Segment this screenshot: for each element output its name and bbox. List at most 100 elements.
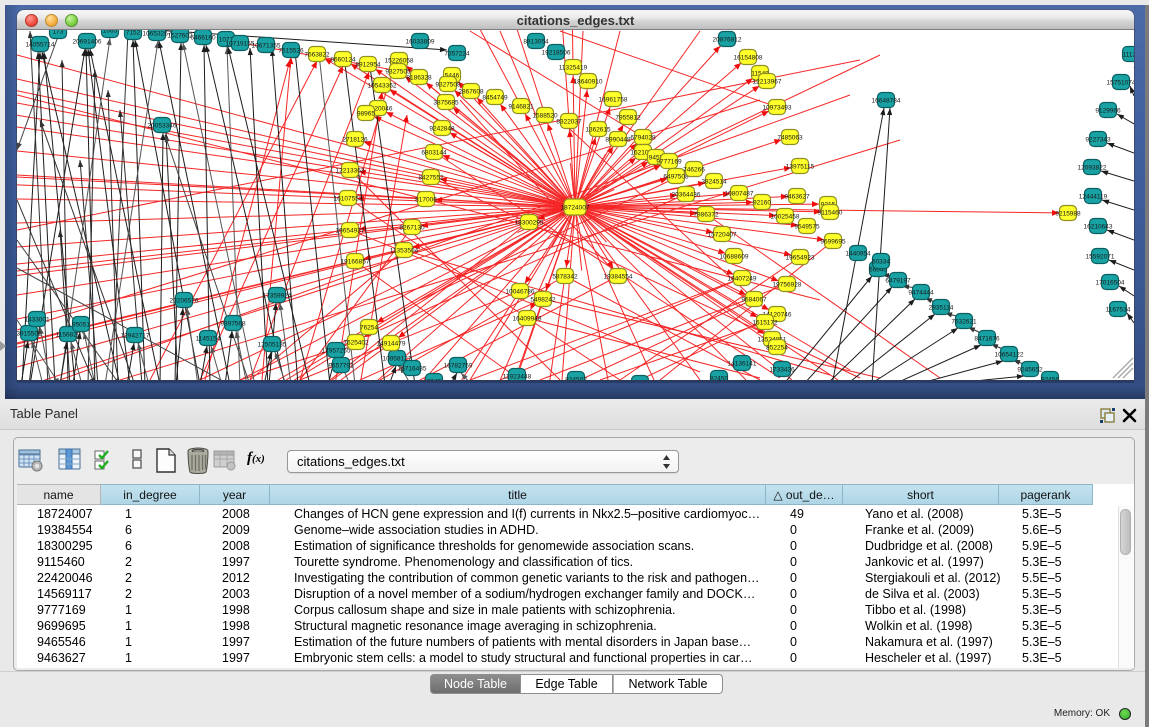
svg-text:8267130: 8267130 <box>399 225 425 232</box>
svg-text:1433001: 1433001 <box>24 317 50 324</box>
svg-text:18407249: 18407249 <box>728 276 757 283</box>
svg-text:98965: 98965 <box>357 111 375 118</box>
svg-text:7955812: 7955812 <box>615 115 641 122</box>
svg-text:9227343: 9227343 <box>1085 137 1111 144</box>
svg-text:1145154: 1145154 <box>196 336 221 343</box>
svg-text:76254: 76254 <box>360 325 378 332</box>
svg-text:10973493: 10973493 <box>763 105 792 112</box>
svg-text:10671355: 10671355 <box>252 43 281 50</box>
svg-text:15720407: 15720407 <box>708 232 737 239</box>
svg-text:9129966: 9129966 <box>1095 108 1121 115</box>
svg-text:6794028: 6794028 <box>630 135 656 142</box>
svg-text:6803144: 6803144 <box>421 150 447 157</box>
svg-text:852254: 852254 <box>766 345 788 352</box>
svg-text:16210643: 16210643 <box>1084 224 1113 231</box>
svg-text:12444119: 12444119 <box>1079 194 1108 201</box>
svg-text:15592071: 15592071 <box>1086 254 1115 261</box>
svg-text:18300295: 18300295 <box>515 220 544 227</box>
svg-text:824502: 824502 <box>565 377 587 381</box>
svg-text:1167534: 1167534 <box>1106 307 1131 314</box>
svg-text:2718126: 2718126 <box>342 137 368 144</box>
svg-text:7663822: 7663822 <box>304 52 330 59</box>
svg-text:20876812: 20876812 <box>713 37 742 44</box>
svg-text:13975115: 13975115 <box>786 164 815 171</box>
svg-text:10654122: 10654122 <box>995 352 1024 359</box>
svg-text:1615172: 1615172 <box>752 320 778 327</box>
svg-text:92456: 92456 <box>1041 377 1059 381</box>
svg-text:20691406: 20691406 <box>73 39 102 46</box>
svg-text:8660124: 8660124 <box>330 57 356 64</box>
svg-text:12213363: 12213363 <box>336 168 365 175</box>
svg-text:17359924: 17359924 <box>263 293 292 300</box>
svg-text:10025458: 10025458 <box>771 214 800 221</box>
svg-text:3875685: 3875685 <box>433 100 459 107</box>
svg-text:16107553: 16107553 <box>334 196 363 203</box>
svg-text:7986372: 7986372 <box>693 212 719 219</box>
svg-text:746266: 746266 <box>683 167 705 174</box>
svg-text:1588520: 1588520 <box>532 113 558 120</box>
svg-text:16154808: 16154808 <box>734 55 763 62</box>
svg-text:9245652: 9245652 <box>1017 367 1043 374</box>
svg-text:9474444: 9474444 <box>908 290 934 297</box>
svg-text:7625402: 7625402 <box>343 340 369 347</box>
svg-text:7152: 7152 <box>126 30 141 37</box>
svg-text:10688609: 10688609 <box>720 254 749 261</box>
svg-text:7357224: 7357224 <box>444 51 470 58</box>
svg-text:19654923: 19654923 <box>786 255 815 262</box>
svg-text:9327508: 9327508 <box>435 82 461 89</box>
svg-text:6466160: 6466160 <box>190 35 216 42</box>
svg-text:3824514: 3824514 <box>701 179 727 186</box>
svg-text:9115460: 9115460 <box>818 210 843 217</box>
svg-text:8245: 8245 <box>427 379 442 381</box>
svg-text:6497508: 6497508 <box>663 174 689 181</box>
svg-text:17957255: 17957255 <box>322 348 351 355</box>
svg-text:9397568: 9397568 <box>220 321 246 328</box>
svg-text:11923448: 11923448 <box>503 374 532 381</box>
svg-text:817006: 817006 <box>415 197 437 204</box>
svg-text:9242848: 9242848 <box>429 126 455 133</box>
svg-text:14055714: 14055714 <box>26 42 55 49</box>
svg-text:5878342: 5878342 <box>552 274 578 281</box>
svg-text:2867608: 2867608 <box>458 89 484 96</box>
svg-text:14136141: 14136141 <box>728 361 757 368</box>
svg-text:9657791: 9657791 <box>328 363 354 370</box>
svg-text:8427552: 8427552 <box>418 175 444 182</box>
svg-text:12213967: 12213967 <box>753 79 782 86</box>
svg-text:7515526: 7515526 <box>278 48 304 55</box>
svg-text:2935114: 2935114 <box>929 305 954 312</box>
svg-text:20053346: 20053346 <box>148 123 177 130</box>
svg-text:9463627: 9463627 <box>784 194 810 201</box>
svg-text:1362615: 1362615 <box>585 127 611 134</box>
svg-text:1733426: 1733426 <box>769 367 795 374</box>
svg-text:10807487: 10807487 <box>725 191 754 198</box>
svg-text:8990448: 8990448 <box>605 137 631 144</box>
svg-text:12093822: 12093822 <box>1078 165 1107 172</box>
svg-text:95051: 95051 <box>72 322 90 329</box>
svg-text:16648784: 16648784 <box>872 98 901 105</box>
svg-text:16409948: 16409948 <box>513 316 542 323</box>
svg-text:15716485: 15716485 <box>398 366 427 373</box>
svg-text:18640910: 18640910 <box>574 79 603 86</box>
svg-text:1156829: 1156829 <box>56 332 81 339</box>
svg-text:14914479: 14914479 <box>377 341 406 348</box>
svg-text:19654937: 19654937 <box>336 228 365 235</box>
svg-text:20364436: 20364436 <box>672 192 701 199</box>
svg-text:9684067: 9684067 <box>741 297 767 304</box>
svg-text:20206576: 20206576 <box>170 298 199 305</box>
svg-text:8186328: 8186328 <box>406 75 432 82</box>
svg-text:10046786: 10046786 <box>506 289 535 296</box>
svg-text:11325419: 11325419 <box>559 65 588 72</box>
svg-text:1065: 1065 <box>103 30 118 35</box>
svg-text:8813054: 8813054 <box>523 39 549 46</box>
svg-text:19756928: 19756928 <box>773 282 802 289</box>
svg-text:8322037: 8322037 <box>556 119 582 126</box>
svg-text:8471676: 8471676 <box>974 336 1000 343</box>
svg-text:9215988: 9215988 <box>1055 211 1081 218</box>
svg-text:3915501: 3915501 <box>17 331 42 338</box>
svg-text:82450: 82450 <box>710 376 728 381</box>
svg-text:8454749: 8454749 <box>482 95 508 102</box>
svg-text:6479197: 6479197 <box>885 278 911 285</box>
svg-text:19384554: 19384554 <box>604 274 633 281</box>
svg-text:16033809: 16033809 <box>406 39 435 46</box>
svg-text:1527602: 1527602 <box>167 33 193 40</box>
